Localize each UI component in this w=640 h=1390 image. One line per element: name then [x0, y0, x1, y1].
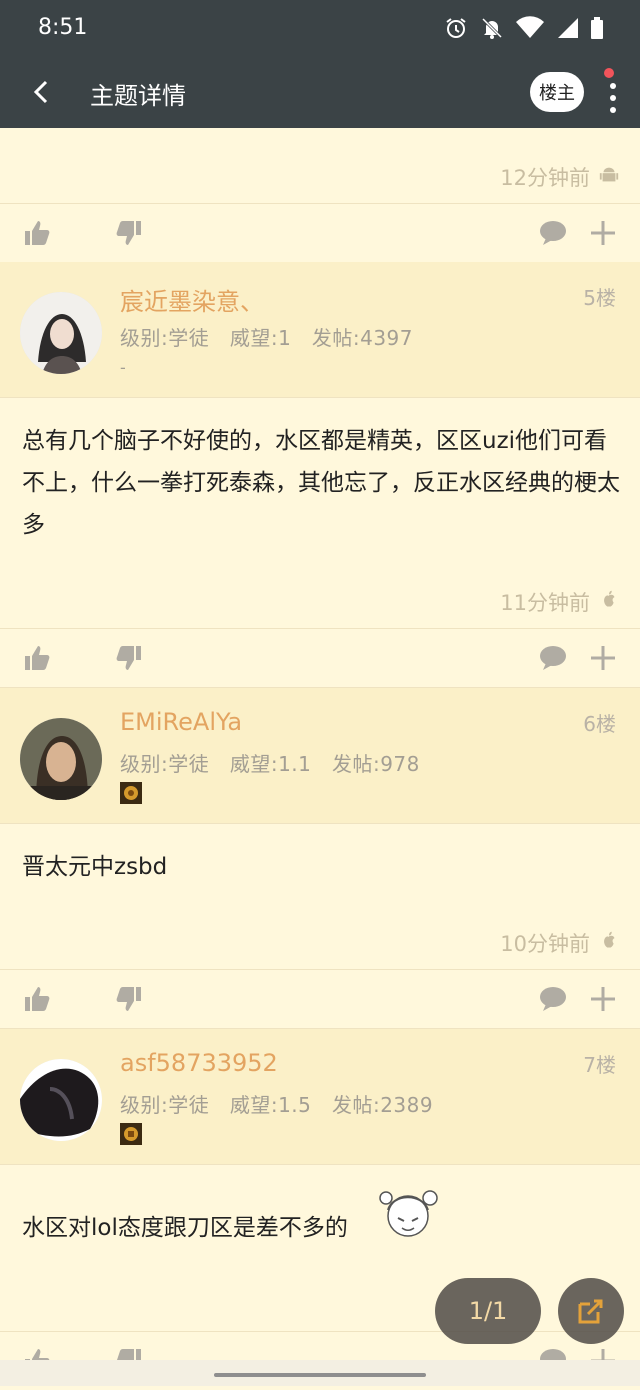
action-bar [0, 972, 640, 1028]
like-icon[interactable] [22, 218, 52, 248]
user-meta: 级别:学徒 威望:1.1 发帖:978 [120, 752, 420, 776]
like-icon[interactable] [22, 984, 52, 1014]
battery-icon [591, 17, 603, 39]
android-icon [599, 167, 619, 182]
floor-number: 6楼 [583, 712, 616, 736]
add-icon[interactable] [588, 218, 618, 248]
owner-only-button[interactable]: 楼主 [530, 72, 584, 112]
edit-icon [578, 1299, 603, 1324]
avatar[interactable] [20, 1059, 102, 1141]
home-handle[interactable] [214, 1373, 426, 1377]
compose-button[interactable] [558, 1278, 624, 1344]
app-bar: 主题详情 楼主 [0, 58, 640, 128]
post-header: asf58733952 7楼 级别:学徒 威望:1.5 发帖:2389 [0, 1029, 640, 1165]
dislike-icon[interactable] [114, 643, 144, 673]
status-bar: 8:51 [0, 0, 640, 58]
back-arrow-icon[interactable] [26, 76, 58, 108]
action-bar [0, 631, 640, 687]
comment-icon[interactable] [538, 643, 568, 673]
post-content: 总有几个脑子不好使的，水区都是精英，区区uzi他们可看不上，什么一拳打死泰森，其… [22, 428, 620, 538]
username[interactable]: 宸近墨染意、 [120, 282, 264, 317]
post-content: 晋太元中zsbd [22, 854, 168, 880]
avatar[interactable] [20, 718, 102, 800]
comment-icon[interactable] [538, 218, 568, 248]
dislike-icon[interactable] [114, 218, 144, 248]
username[interactable]: EMiReAlYa [120, 708, 242, 736]
post-content: 水区对lol态度跟刀区是差不多的 [22, 1215, 348, 1241]
like-icon[interactable] [22, 643, 52, 673]
signal-icon [558, 18, 578, 38]
post-header: EMiReAlYa 6楼 级别:学徒 威望:1.1 发帖:978 [0, 688, 640, 824]
medal-badge-icon [120, 1123, 142, 1145]
add-icon[interactable] [588, 643, 618, 673]
floor-number: 7楼 [583, 1053, 616, 1077]
emoticon-icon [379, 1190, 438, 1237]
floor-number: 5楼 [583, 286, 616, 310]
page-indicator-button[interactable]: 1/1 [435, 1278, 541, 1344]
user-meta: 级别:学徒 威望:1 发帖:4397 [120, 326, 414, 350]
medal-badge-icon [120, 782, 142, 804]
notification-dot [604, 68, 614, 78]
add-icon[interactable] [588, 984, 618, 1014]
wifi-icon [516, 16, 544, 38]
apple-icon [604, 590, 615, 607]
post-time: 10分钟前 [500, 932, 590, 956]
post-time: 12分钟前 [500, 166, 590, 190]
signature: - [120, 358, 127, 377]
post-time: 11分钟前 [500, 591, 590, 615]
user-meta: 级别:学徒 威望:1.5 发帖:2389 [120, 1093, 434, 1117]
status-time: 8:51 [38, 15, 88, 40]
username[interactable]: asf58733952 [120, 1049, 278, 1077]
dislike-icon[interactable] [114, 984, 144, 1014]
action-bar [0, 206, 640, 262]
avatar[interactable] [20, 292, 102, 374]
apple-icon [604, 931, 615, 948]
notifications-off-icon [481, 17, 503, 39]
alarm-icon [446, 18, 466, 38]
post-header: 宸近墨染意、 5楼 级别:学徒 威望:1 发帖:4397 - [0, 262, 640, 398]
page-title: 主题详情 [90, 82, 186, 110]
comment-icon[interactable] [538, 984, 568, 1014]
